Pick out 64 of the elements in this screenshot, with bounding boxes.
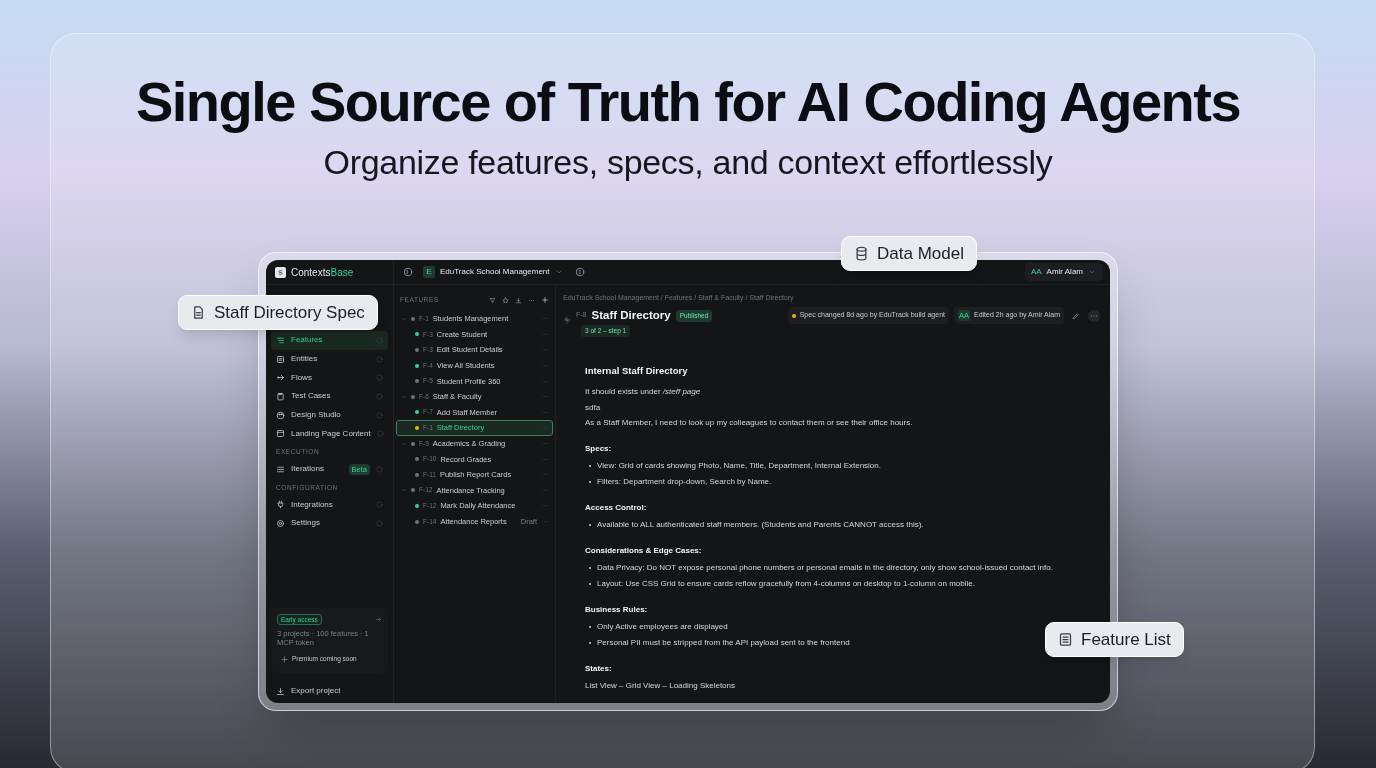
user-avatar: AA: [1030, 266, 1042, 278]
section-heading: Business Rules:: [585, 603, 649, 616]
bullet-text: Only Active employees are displayed: [597, 620, 728, 633]
subtitle: Organize features, specs, and context effortlessly: [323, 142, 1053, 182]
clipboard-icon: [276, 391, 285, 401]
callout-label: Staff Directory Spec: [178, 295, 378, 330]
sidebar-item[interactable]: Integrations: [271, 495, 388, 514]
list-icon: [1058, 632, 1073, 647]
arrow-right-icon: [375, 615, 382, 623]
callout-label: Data Model: [841, 236, 977, 271]
chevron-down-icon: [1088, 268, 1096, 276]
download-icon: [276, 686, 285, 696]
flow-icon: [276, 373, 285, 383]
panel-icon: [403, 267, 413, 277]
export-button[interactable]: Export project: [271, 685, 388, 697]
sidebar-item[interactable]: Flows: [271, 368, 388, 388]
user-menu[interactable]: AA Amir Alam: [1024, 263, 1102, 281]
bullet-text: Filters: Department drop-down, Search by Name.: [597, 475, 772, 488]
list-icon: [276, 335, 285, 345]
table-icon: [276, 354, 285, 364]
paragraph: It should exists under /steff page: [585, 386, 702, 399]
page-icon: [276, 429, 285, 439]
bullet-text: Personal PII must be stripped from the API payload sent to the frontend: [597, 636, 850, 649]
sidebar-item[interactable]: Features: [271, 331, 388, 350]
brand-name: Contexts: [291, 265, 331, 280]
project-name: EduTrack School Management: [440, 266, 550, 278]
database-icon: [854, 246, 869, 261]
brand-name: Base: [330, 265, 354, 280]
section-heading: Access Control:: [585, 501, 648, 514]
section-heading: Specs:: [585, 442, 613, 455]
more-icon: [541, 518, 548, 525]
plug-icon: [276, 500, 285, 510]
section-heading: Considerations & Edge Cases:: [585, 544, 703, 557]
bullet-text: Layout: Use CSS Grid to ensure cards reflow gracefully from 4-columns on desktop to 1-column on mobile.: [597, 577, 975, 590]
palette-icon: [276, 410, 285, 420]
sidebar-item[interactable]: Settings: [271, 514, 388, 533]
add-icon: [541, 296, 549, 304]
sidebar-item[interactable]: Test Cases: [271, 387, 388, 406]
bullet-text: View: Grid of cards showing Photo, Name, Title, Department, Internal Extension.: [597, 459, 881, 472]
user-name: Amir Alam: [1046, 266, 1083, 278]
project-selector[interactable]: E EduTrack School Management: [421, 265, 565, 279]
edit-icon: [1072, 311, 1080, 320]
document-icon: [191, 305, 206, 320]
headline: Single Source of Truth for AI Coding Agents: [135, 70, 1241, 134]
list-icon: [276, 464, 285, 474]
chevron-down-icon: [554, 268, 563, 276]
sidebar-item[interactable]: Landing Page Content: [271, 424, 388, 444]
more-button[interactable]: [1088, 309, 1100, 322]
paragraph: sdfa: [585, 401, 602, 414]
paragraph: List View – Grid View – Loading Skeletons: [585, 679, 736, 692]
star-icon: [502, 296, 509, 304]
filter-icon: [489, 296, 496, 304]
project-avatar: E: [423, 266, 435, 278]
settings-icon: [276, 518, 285, 528]
download-icon: [515, 296, 522, 304]
callout-label: Feature List: [1045, 622, 1184, 657]
bullet-text: Data Privacy: Do NOT expose personal phone numbers or personal emails in the directory, only show school-issued contact info.: [597, 561, 1053, 574]
sidebar-item[interactable]: Entities: [271, 349, 388, 369]
bullet-text: Available to ALL authenticated staff members. (Students and Parents CANNOT access this).: [597, 518, 924, 531]
feature-title: Staff Directory: [591, 308, 671, 323]
sidebar-item[interactable]: Design Studio: [271, 405, 388, 425]
document-heading: Internal Staff Directory: [585, 364, 689, 378]
paragraph: As a Staff Member, I need to look up my colleagues to contact them or see their office hours.: [585, 417, 914, 430]
section-heading: States:: [585, 662, 613, 675]
